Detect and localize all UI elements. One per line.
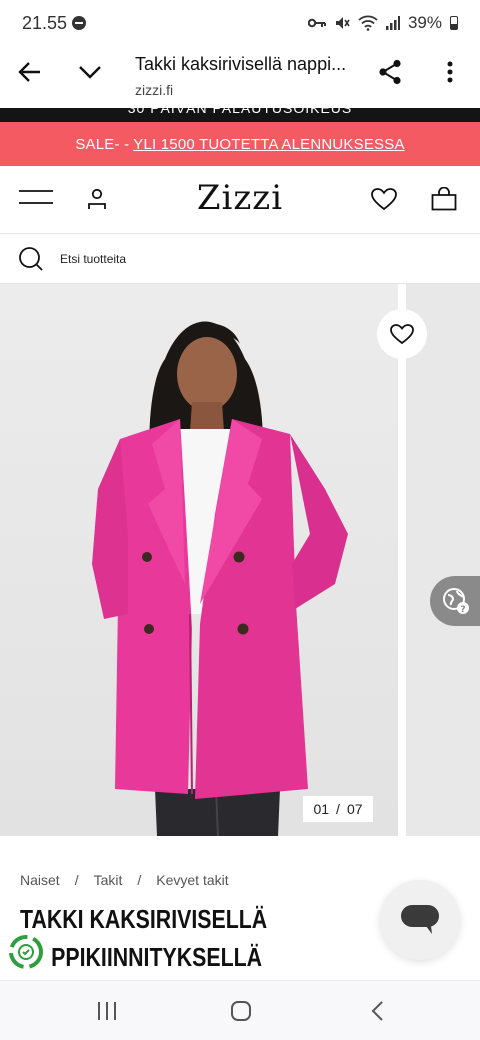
accessibility-button[interactable]: ? [430, 576, 480, 626]
sale-banner-link[interactable]: YLI 1500 TUOTETTA ALENNUKSESSA [133, 136, 404, 153]
promo-strip: 30 PÄIVÄN PALAUTUSOIKEUS [0, 108, 480, 122]
home-icon[interactable] [226, 997, 256, 1025]
recent-apps-icon[interactable] [92, 997, 122, 1025]
back-arrow-icon[interactable] [16, 58, 44, 86]
add-to-wishlist-button[interactable] [377, 309, 427, 359]
status-time: 21.55 [22, 13, 68, 33]
status-icons: 39% [307, 12, 458, 34]
gallery-current: 01 [313, 801, 330, 817]
breadcrumb-item[interactable]: Naiset [20, 872, 60, 888]
system-nav-bar [0, 980, 480, 1040]
share-icon[interactable] [376, 58, 404, 86]
svg-text:?: ? [460, 605, 465, 615]
product-title-line1: TAKKI KAKSIRIVISELLÄ [20, 904, 268, 934]
breadcrumb: Naiset / Takit / Kevyet takit [20, 872, 229, 888]
battery-icon [450, 16, 458, 30]
recycle-badge-icon[interactable] [8, 934, 44, 970]
wishlist-heart-icon[interactable] [368, 184, 400, 214]
battery-percent: 39% [407, 13, 442, 32]
product-image[interactable] [0, 284, 398, 836]
chat-button[interactable] [380, 880, 460, 960]
status-bar: 21.55 39% [0, 0, 480, 46]
site-header: Zizzi [0, 166, 480, 234]
signal-icon [385, 16, 400, 30]
shopping-bag-icon[interactable] [428, 184, 460, 214]
sale-banner[interactable]: SALE- - YLI 1500 TUOTETTA ALENNUKSESSA [0, 122, 480, 166]
search-bar[interactable]: Etsi tuotteita [0, 234, 480, 284]
key-icon [307, 18, 326, 28]
promo-strip-text: 30 PÄIVÄN PALAUTUSOIKEUS [127, 108, 353, 116]
chevron-down-icon[interactable] [76, 58, 104, 86]
gallery-counter: 01 / 07 [303, 796, 373, 822]
product-title: TAKKI KAKSIRIVISELLÄ PPIKIINNITYKSELLÄ [20, 900, 315, 976]
breadcrumb-item[interactable]: Takit [94, 872, 123, 888]
breadcrumb-separator: / [74, 872, 79, 888]
site-logo[interactable]: Zizzi [0, 178, 480, 218]
next-product-image[interactable] [406, 284, 480, 836]
wifi-icon [358, 15, 378, 31]
accessibility-globe-icon: ? [443, 588, 469, 615]
gallery-total: 07 [346, 801, 363, 817]
breadcrumb-separator: / [137, 872, 142, 888]
product-title-line2: PPIKIINNITYKSELLÄ [51, 942, 263, 972]
page-url[interactable]: zizzi.fi [135, 82, 173, 98]
do-not-disturb-icon [72, 16, 86, 30]
gallery-divider [398, 284, 406, 836]
search-icon[interactable] [18, 246, 44, 272]
sale-banner-prefix: SALE- - [75, 135, 130, 153]
page-title[interactable]: Takki kaksirivisellä nappi... [135, 54, 346, 75]
gallery-separator: / [336, 801, 340, 817]
browser-bar: Takki kaksirivisellä nappi... zizzi.fi [0, 46, 480, 108]
search-input[interactable]: Etsi tuotteita [60, 252, 126, 266]
mute-icon [335, 17, 350, 29]
product-gallery[interactable]: 01 / 07 ? [0, 284, 480, 836]
back-icon[interactable] [362, 997, 392, 1025]
breadcrumb-item[interactable]: Kevyet takit [156, 872, 228, 888]
more-menu-icon[interactable] [436, 58, 464, 86]
chat-bubble-icon [401, 905, 439, 934]
